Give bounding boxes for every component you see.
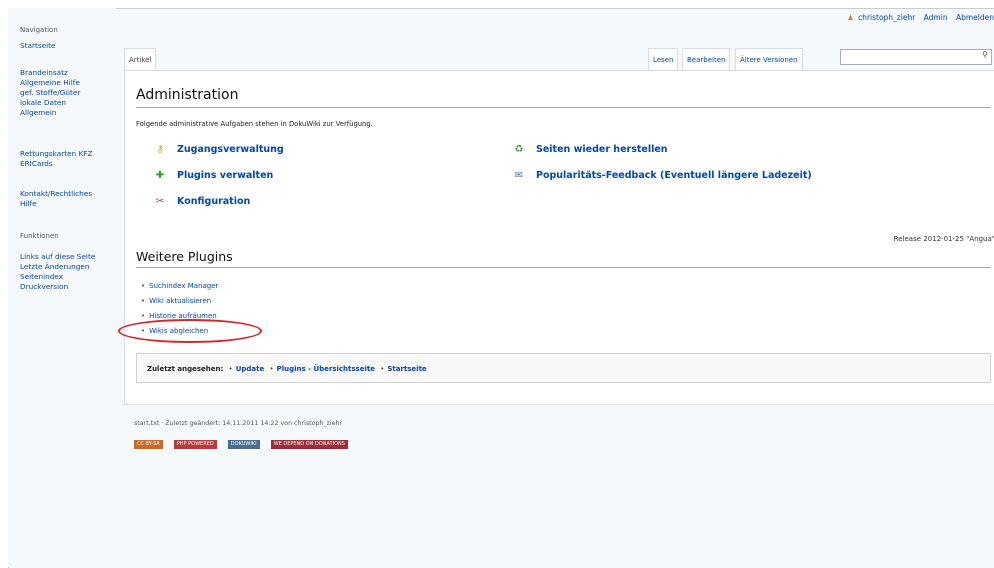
admin-revert[interactable]: ♻ Seiten wieder herstellen xyxy=(512,144,668,155)
breadcrumb: Zuletzt angesehen: • Update • Plugins - Üb… xyxy=(136,353,991,383)
page-title: Administration xyxy=(136,87,239,103)
highlight-ellipse xyxy=(118,319,262,343)
logout-link[interactable]: Abmelden xyxy=(956,13,994,22)
plugins-heading: Weitere Plugins xyxy=(136,249,233,264)
sidebar-item-kontakt[interactable]: Kontakt/Rechtliches xyxy=(20,189,92,199)
intro-text: Folgende administrative Aufgaben stehen … xyxy=(136,120,373,128)
plugin-add-icon: ✚ xyxy=(155,170,165,181)
tab-edit[interactable]: Bearbeiten xyxy=(682,48,731,71)
admin-plugin-manager[interactable]: ✚ Plugins verwalten xyxy=(153,170,273,181)
sidebar-item-gef-stoffe[interactable]: gef. Stoffe/Güter xyxy=(20,88,80,98)
badge-donate[interactable]: WE DEPEND ON DONATIONS xyxy=(270,440,348,449)
sidebar-item-allgemeine-hilfe[interactable]: Allgemeine Hilfe xyxy=(20,78,80,88)
sidebar-item-hilfe[interactable]: Hilfe xyxy=(20,199,92,209)
badge-dokuwiki[interactable]: DOKUWIKI xyxy=(227,440,260,449)
feedback-icon: ✉ xyxy=(514,170,524,181)
plugin-link-searchindex[interactable]: Suchindex Manager xyxy=(141,279,218,294)
tab-bar: Artikel Lesen Bearbeiten Ältere Versione… xyxy=(124,48,994,71)
footer-info: start.txt · Zuletzt geändert: 14.11.2011… xyxy=(134,420,343,427)
sidebar-item-allgemein[interactable]: Allgemein xyxy=(20,108,80,118)
tools-icon: ✂ xyxy=(155,196,165,207)
sidebar-item-ericards[interactable]: ERICards xyxy=(20,159,92,169)
badge-php[interactable]: PHP POWERED xyxy=(173,440,217,449)
title-divider xyxy=(136,107,991,108)
user-icon: ♟ xyxy=(847,14,854,22)
sidebar-item-startseite[interactable]: Startseite xyxy=(20,41,56,51)
breadcrumb-plugins-overview[interactable]: Plugins - Übersichtsseite xyxy=(277,365,375,373)
tab-history[interactable]: Ältere Versionen xyxy=(735,48,803,71)
key-icon: ⚷ xyxy=(156,144,164,155)
tab-read[interactable]: Lesen xyxy=(648,48,679,71)
release-info: Release 2012-01-25 "Angua" xyxy=(893,235,994,243)
sidebar-navigation-title: Navigation xyxy=(20,26,58,34)
sidebar-item-brandeinsatz[interactable]: Brandeinsatz xyxy=(20,68,80,78)
sidebar-item-lokale-daten[interactable]: lokale Daten xyxy=(20,98,80,108)
tab-article[interactable]: Artikel xyxy=(124,48,157,71)
breadcrumb-update[interactable]: Update xyxy=(236,365,265,373)
user-bar: ♟ christoph_ziehr Admin Abmelden xyxy=(841,13,994,22)
admin-user-manager[interactable]: ⚷ Zugangsverwaltung xyxy=(153,144,283,155)
search-input[interactable]: ⚲ xyxy=(840,49,992,65)
plugins-divider xyxy=(136,267,991,268)
recycle-icon: ♻ xyxy=(514,144,524,155)
sidebar-item-rettungskarten[interactable]: Rettungskarten KFZ xyxy=(20,149,92,159)
sidebar-item-print[interactable]: Druckversion xyxy=(20,282,95,292)
breadcrumb-startseite[interactable]: Startseite xyxy=(387,365,426,373)
sidebar-item-links-here[interactable]: Links auf diese Seite xyxy=(20,252,95,262)
plugin-link-wiki-update[interactable]: Wiki aktualisieren xyxy=(141,294,218,309)
admin-link[interactable]: Admin xyxy=(924,13,948,22)
search-icon[interactable]: ⚲ xyxy=(982,50,988,59)
main-content: Administration Folgende administrative A… xyxy=(124,70,994,405)
user-link[interactable]: christoph_ziehr xyxy=(858,13,915,22)
badge-cc[interactable]: CC BY-SA xyxy=(134,440,163,449)
sidebar-functions-title: Funktionen xyxy=(20,232,59,240)
breadcrumb-label: Zuletzt angesehen: xyxy=(147,365,224,373)
footer-badges: CC BY-SA PHP POWERED DOKUWIKI WE DEPEND … xyxy=(134,440,354,449)
sidebar: Navigation Startseite Brandeinsatz Allge… xyxy=(8,8,116,567)
sidebar-item-recent-changes[interactable]: Letzte Änderungen xyxy=(20,262,95,272)
admin-popularity[interactable]: ✉ Popularitäts-Feedback (Eventuell länger… xyxy=(512,170,812,181)
sidebar-item-index[interactable]: Seitenindex xyxy=(20,272,95,282)
admin-config[interactable]: ✂ Konfiguration xyxy=(153,196,250,207)
